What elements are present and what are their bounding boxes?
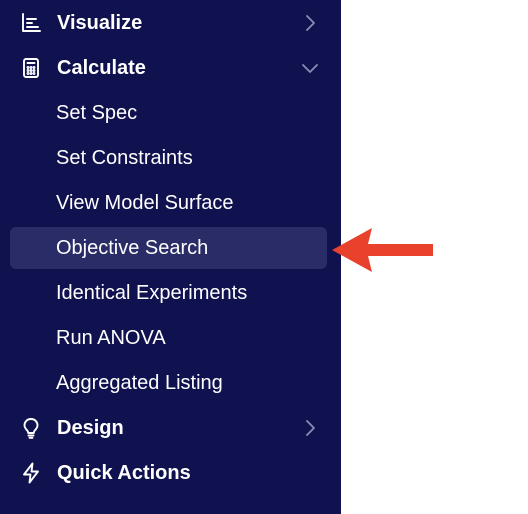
sidebar-item-design[interactable]: Design bbox=[0, 406, 341, 450]
chevron-right-icon[interactable] bbox=[301, 419, 319, 437]
sidebar-item-label: Quick Actions bbox=[57, 462, 191, 484]
sidebar-subitem-label: Set Spec bbox=[56, 102, 138, 124]
sidebar-item-visualize[interactable]: Visualize bbox=[0, 1, 341, 45]
sidebar-subitem-label: Identical Experiments bbox=[56, 282, 248, 304]
chevron-right-icon[interactable] bbox=[301, 14, 319, 32]
sidebar-item-calculate[interactable]: Calculate bbox=[0, 46, 341, 90]
sidebar-item-quick-actions[interactable]: Quick Actions bbox=[0, 451, 341, 495]
sidebar-subitem-identical-experiments[interactable]: Identical Experiments bbox=[10, 272, 327, 314]
sidebar-subitem-aggregated-listing[interactable]: Aggregated Listing bbox=[10, 362, 327, 404]
lightning-icon bbox=[20, 462, 42, 484]
annotation-arrow-icon bbox=[322, 222, 436, 278]
sidebar-subitem-label: Set Constraints bbox=[56, 147, 193, 169]
sidebar-subitem-set-spec[interactable]: Set Spec bbox=[10, 92, 327, 134]
sidebar-item-label: Calculate bbox=[57, 57, 146, 79]
sidebar-item-label: Visualize bbox=[57, 12, 143, 34]
sidebar: Visualize Calculate Set Spec Set Constra… bbox=[0, 0, 341, 514]
chevron-down-icon[interactable] bbox=[301, 59, 319, 77]
sidebar-subitem-view-model-surface[interactable]: View Model Surface bbox=[10, 182, 327, 224]
chart-icon bbox=[20, 12, 42, 34]
sidebar-subitem-objective-search[interactable]: Objective Search bbox=[10, 227, 327, 269]
sidebar-subitem-run-anova[interactable]: Run ANOVA bbox=[10, 317, 327, 359]
sidebar-subitem-label: Objective Search bbox=[56, 237, 209, 259]
lightbulb-icon bbox=[20, 417, 42, 439]
calculator-icon bbox=[20, 57, 42, 79]
sidebar-subitem-label: Run ANOVA bbox=[56, 327, 166, 349]
sidebar-subitem-set-constraints[interactable]: Set Constraints bbox=[10, 137, 327, 179]
sidebar-subitem-label: Aggregated Listing bbox=[56, 372, 223, 394]
sidebar-item-label: Design bbox=[57, 417, 124, 439]
sidebar-subitem-label: View Model Surface bbox=[56, 192, 234, 214]
